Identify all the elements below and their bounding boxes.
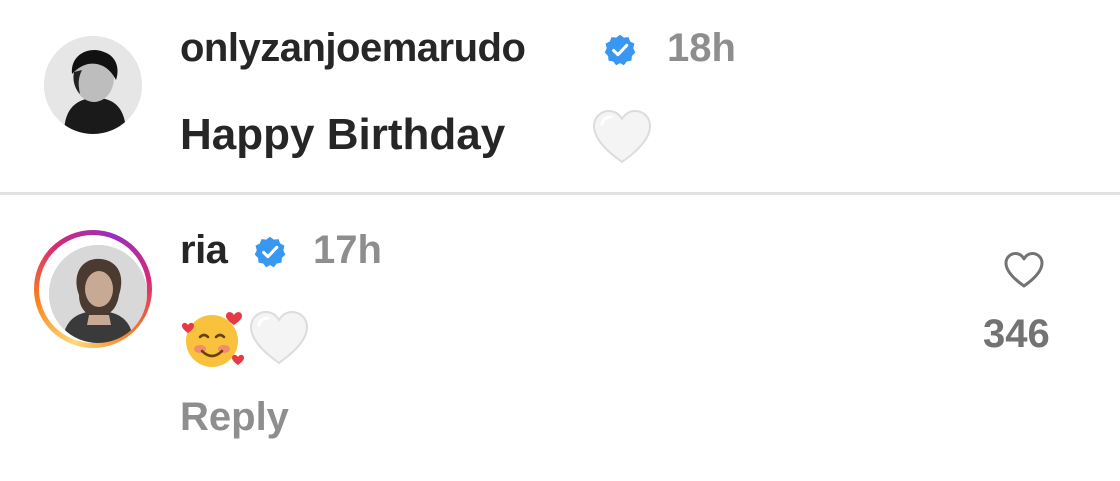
like-count: 346 — [983, 312, 1050, 356]
avatar[interactable] — [49, 245, 147, 343]
comments-panel: onlyzanjoemarudo 18h Happy Birthday ria … — [0, 0, 1120, 481]
username[interactable]: onlyzanjoemarudo — [180, 26, 526, 71]
avatar-photo-icon — [49, 245, 147, 343]
like-heart-icon[interactable] — [1002, 250, 1046, 290]
white-heart-icon — [592, 109, 652, 164]
comment-time: 17h — [313, 228, 382, 272]
avatar[interactable] — [44, 36, 142, 134]
avatar-ring-gap — [39, 235, 147, 343]
white-heart-icon — [249, 310, 309, 365]
verified-badge-icon — [254, 236, 286, 268]
comment-item: ria 17h Reply 346 — [0, 195, 1120, 481]
avatar-photo-icon — [44, 36, 142, 134]
comment-time: 18h — [667, 26, 736, 70]
story-ring[interactable] — [34, 230, 152, 348]
username[interactable]: ria — [180, 228, 228, 273]
comment-item: onlyzanjoemarudo 18h Happy Birthday — [0, 0, 1120, 193]
smiling-face-with-hearts-icon — [182, 312, 244, 367]
reply-button[interactable]: Reply — [180, 395, 289, 440]
comment-text: Happy Birthday — [180, 110, 506, 159]
verified-badge-icon — [604, 34, 636, 66]
